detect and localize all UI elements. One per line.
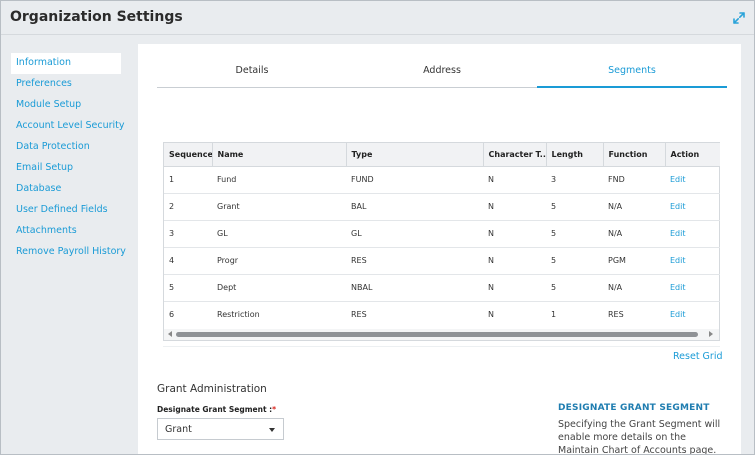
cell-character-type: N xyxy=(483,220,546,248)
cell-function: RES xyxy=(608,310,624,320)
column-header-name[interactable]: Name xyxy=(212,143,347,167)
cell-function: N/A xyxy=(603,274,665,302)
expand-arrows-icon[interactable] xyxy=(733,9,745,24)
cell-name: GL xyxy=(212,220,346,248)
sidebar-item-remove-payroll-history[interactable]: Remove Payroll History xyxy=(11,242,126,263)
app-window: Organization Settings Information Prefer… xyxy=(0,0,755,455)
tab-segments[interactable]: Segments xyxy=(537,58,727,88)
cell-type: RES xyxy=(346,247,483,275)
cell-character-type: N xyxy=(488,310,494,320)
column-header-function[interactable]: Function xyxy=(603,143,666,167)
content-panel: Details Address Segments Sequence Name T… xyxy=(138,44,741,455)
tab-address[interactable]: Address xyxy=(347,58,537,88)
edit-link[interactable]: Edit xyxy=(670,175,686,184)
cell-length: 5 xyxy=(546,274,603,302)
scroll-right-icon[interactable] xyxy=(709,331,713,337)
edit-link[interactable]: Edit xyxy=(670,310,686,319)
tab-bar: Details Address Segments xyxy=(157,58,727,88)
cell-sequence: 1 xyxy=(164,166,212,194)
table-header-row: Sequence Name Type Character T... Length… xyxy=(164,143,720,167)
cell-length: 5 xyxy=(546,220,603,248)
cell-sequence: 6 xyxy=(169,310,175,320)
table-row: 2 Grant BAL N 5 N/A Edit xyxy=(164,193,720,221)
cell-length: 3 xyxy=(546,166,603,194)
settings-sidebar: Information Preferences Module Setup Acc… xyxy=(11,53,126,263)
help-text: Specifying the Grant Segment will enable… xyxy=(558,419,721,455)
table-row: 1 Fund FUND N 3 FND Edit xyxy=(164,166,720,194)
scrollbar-thumb[interactable] xyxy=(176,332,698,337)
sidebar-item-user-defined-fields[interactable]: User Defined Fields xyxy=(11,200,121,221)
sidebar-item-information[interactable]: Information xyxy=(11,53,121,74)
cell-type: FUND xyxy=(346,166,483,194)
sidebar-item-preferences[interactable]: Preferences xyxy=(11,74,121,95)
title-bar: Organization Settings xyxy=(1,1,754,35)
column-header-type[interactable]: Type xyxy=(346,143,484,167)
cell-character-type: N xyxy=(483,247,546,275)
cell-sequence: 3 xyxy=(164,220,212,248)
scroll-left-icon[interactable] xyxy=(168,331,172,337)
column-header-length[interactable]: Length xyxy=(546,143,604,167)
cell-function: PGM xyxy=(603,247,665,275)
cell-sequence: 2 xyxy=(164,193,212,221)
cell-sequence: 4 xyxy=(164,247,212,275)
cell-function: N/A xyxy=(603,193,665,221)
table-row: 3 GL GL N 5 N/A Edit xyxy=(164,220,720,248)
cell-type: RES xyxy=(351,310,367,320)
help-title: DESIGNATE GRANT SEGMENT xyxy=(558,403,710,413)
sidebar-item-email-setup[interactable]: Email Setup xyxy=(11,158,121,179)
edit-link[interactable]: Edit xyxy=(670,229,686,238)
sidebar-item-database[interactable]: Database xyxy=(11,179,121,200)
column-header-sequence[interactable]: Sequence xyxy=(164,143,213,167)
table-row: 4 Progr RES N 5 PGM Edit xyxy=(164,247,720,275)
cell-name: Restriction xyxy=(217,310,260,320)
cell-length: 1 xyxy=(551,310,557,320)
table-row: 5 Dept NBAL N 5 N/A Edit xyxy=(164,274,720,302)
cell-function: FND xyxy=(603,166,665,194)
cell-type: GL xyxy=(346,220,483,248)
cell-name: Grant xyxy=(212,193,346,221)
table-row: 6 Restriction RES N 1 RES Edit xyxy=(164,301,720,328)
grant-administration-heading: Grant Administration xyxy=(157,383,267,395)
designate-grant-segment-select[interactable]: Grant xyxy=(157,418,284,440)
chevron-down-icon xyxy=(269,428,275,432)
select-value: Grant xyxy=(165,424,192,435)
designate-grant-segment-label: Designate Grant Segment :* xyxy=(157,405,276,414)
cell-sequence: 5 xyxy=(164,274,212,302)
cell-name: Fund xyxy=(212,166,346,194)
cell-character-type: N xyxy=(483,193,546,221)
sidebar-item-module-setup[interactable]: Module Setup xyxy=(11,95,121,116)
tab-details[interactable]: Details xyxy=(157,58,347,88)
cell-character-type: N xyxy=(483,166,546,194)
sidebar-item-attachments[interactable]: Attachments xyxy=(11,221,121,242)
cell-name: Dept xyxy=(212,274,346,302)
sidebar-item-data-protection[interactable]: Data Protection xyxy=(11,137,121,158)
edit-link[interactable]: Edit xyxy=(670,202,686,211)
segments-grid: Sequence Name Type Character T... Length… xyxy=(163,142,720,341)
page-title: Organization Settings xyxy=(10,9,183,25)
column-header-action[interactable]: Action xyxy=(665,143,720,167)
reset-grid-link[interactable]: Reset Grid xyxy=(673,351,723,362)
horizontal-scrollbar[interactable] xyxy=(164,329,719,340)
cell-type: NBAL xyxy=(346,274,483,302)
segments-table: Sequence Name Type Character T... Length… xyxy=(164,143,720,328)
required-marker: * xyxy=(272,405,277,414)
cell-length: 5 xyxy=(546,193,603,221)
cell-character-type: N xyxy=(483,274,546,302)
cell-name: Progr xyxy=(212,247,346,275)
sidebar-item-account-level-security[interactable]: Account Level Security xyxy=(11,116,125,137)
edit-link[interactable]: Edit xyxy=(670,256,686,265)
column-header-character-type[interactable]: Character T... xyxy=(483,143,547,167)
edit-link[interactable]: Edit xyxy=(670,283,686,292)
divider xyxy=(163,346,720,347)
cell-type: BAL xyxy=(346,193,483,221)
field-label-text: Designate Grant Segment : xyxy=(157,405,273,414)
cell-function: N/A xyxy=(603,220,665,248)
cell-length: 5 xyxy=(546,247,603,275)
